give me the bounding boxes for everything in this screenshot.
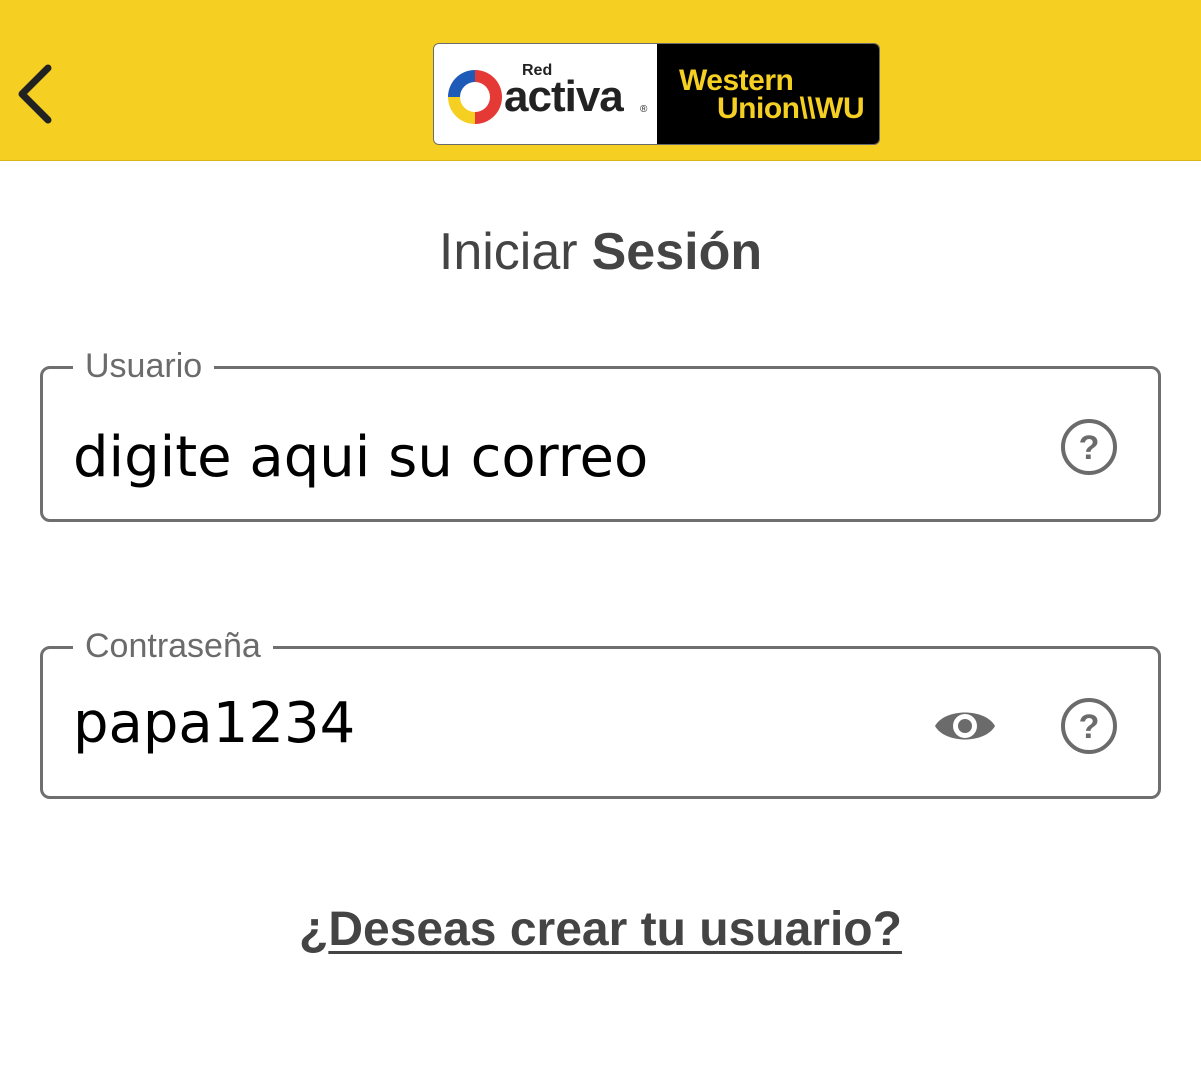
page-title-bold: Sesión <box>591 223 763 281</box>
password-field-label: Contraseña <box>73 623 273 669</box>
create-user-link-prefix: ¿ <box>299 903 329 956</box>
svg-text:?: ? <box>1079 708 1100 746</box>
app-header: Red activa ® Western Union\\WU <box>0 0 1201 161</box>
red-activa-circle-icon <box>448 70 502 124</box>
eye-icon <box>935 712 995 740</box>
user-field: Usuario ? <box>40 343 1161 522</box>
password-input[interactable] <box>73 683 933 763</box>
logo-registered-mark: ® <box>640 104 648 115</box>
back-button[interactable] <box>10 56 66 132</box>
user-help-button[interactable]: ? <box>1059 417 1119 477</box>
show-password-button[interactable] <box>933 700 997 752</box>
page-title: Iniciar Sesión <box>0 222 1201 282</box>
svg-text:?: ? <box>1079 429 1100 467</box>
user-input[interactable] <box>73 417 933 497</box>
user-field-label: Usuario <box>73 343 215 389</box>
password-field: Contraseña ? <box>40 623 1161 799</box>
create-user-link[interactable]: ¿Deseas crear tu usuario? <box>0 902 1201 957</box>
logo-union-text: Union\\WU <box>717 92 865 125</box>
password-help-button[interactable]: ? <box>1059 696 1119 756</box>
help-icon: ? <box>1061 419 1117 475</box>
chevron-left-icon <box>18 64 52 124</box>
logo-activa-text: activa <box>504 72 624 121</box>
page-title-light: Iniciar <box>438 223 578 281</box>
brand-logo: Red activa ® Western Union\\WU <box>433 43 880 145</box>
create-user-link-text: Deseas crear tu usuario? <box>328 903 902 956</box>
western-union-logo: Western Union\\WU <box>657 44 879 144</box>
red-activa-logo: Red activa ® <box>434 44 657 144</box>
help-icon: ? <box>1061 698 1117 754</box>
